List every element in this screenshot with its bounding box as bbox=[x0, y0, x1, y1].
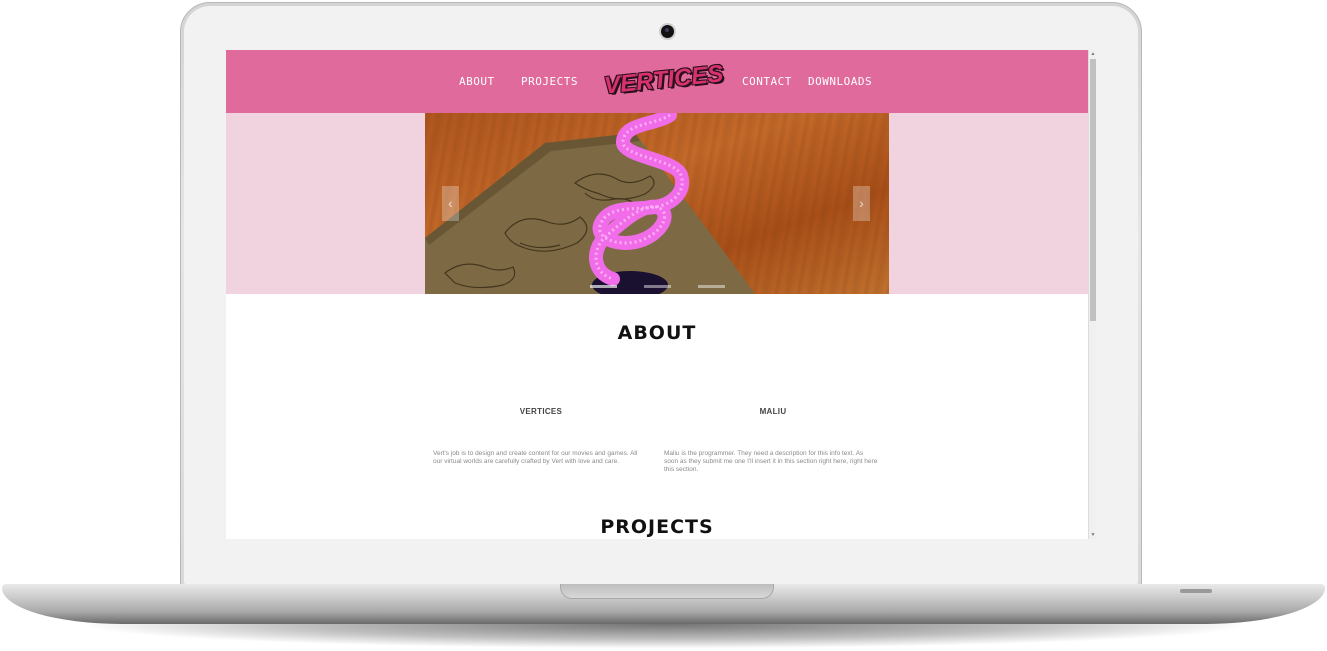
site-logo[interactable]: VERTICES bbox=[603, 58, 725, 103]
vertical-scrollbar[interactable]: ▲ ▼ bbox=[1088, 50, 1096, 539]
book-cover bbox=[425, 133, 755, 294]
carousel-indicator-2[interactable] bbox=[644, 285, 671, 288]
projects-heading: PROJECTS bbox=[600, 516, 714, 538]
scroll-thumb[interactable] bbox=[1090, 59, 1096, 321]
scroll-up-arrow-icon[interactable]: ▲ bbox=[1089, 50, 1096, 58]
carousel-prev-button[interactable]: ‹ bbox=[442, 186, 459, 221]
laptop-mockup: ABOUT PROJECTS VERTICES CONTACT DOWNLOAD… bbox=[0, 0, 1327, 651]
nav-link-about[interactable]: ABOUT bbox=[459, 74, 495, 90]
nav-link-contact[interactable]: CONTACT bbox=[742, 74, 792, 90]
hero-carousel: ‹ › bbox=[226, 113, 1088, 294]
about-heading: ABOUT bbox=[617, 322, 697, 344]
laptop-hinge-notch bbox=[560, 584, 774, 599]
scroll-down-arrow-icon[interactable]: ▼ bbox=[1089, 531, 1096, 539]
team-member-description: Maliu is the programmer. They need a des… bbox=[664, 450, 878, 473]
website-viewport: ABOUT PROJECTS VERTICES CONTACT DOWNLOAD… bbox=[226, 50, 1088, 539]
section-divider bbox=[238, 478, 1078, 488]
team-member-name: MALIU bbox=[759, 407, 787, 416]
navbar: ABOUT PROJECTS VERTICES CONTACT DOWNLOAD… bbox=[226, 50, 1088, 113]
carousel-next-button[interactable]: › bbox=[853, 186, 870, 221]
team-member-name: VERTICES bbox=[519, 407, 563, 416]
nav-link-projects[interactable]: PROJECTS bbox=[521, 74, 578, 90]
laptop-screen: ABOUT PROJECTS VERTICES CONTACT DOWNLOAD… bbox=[226, 50, 1096, 539]
webcam-icon bbox=[661, 25, 674, 38]
slide-illustration bbox=[425, 113, 755, 294]
carousel-indicator-3[interactable] bbox=[698, 285, 725, 288]
carousel-slide-image: ‹ › bbox=[425, 113, 889, 294]
nav-link-downloads[interactable]: DOWNLOADS bbox=[808, 74, 872, 90]
carousel-indicator-1[interactable] bbox=[590, 285, 617, 288]
status-light bbox=[1180, 589, 1212, 593]
team-member-description: Vert's job is to design and create conte… bbox=[433, 450, 638, 465]
